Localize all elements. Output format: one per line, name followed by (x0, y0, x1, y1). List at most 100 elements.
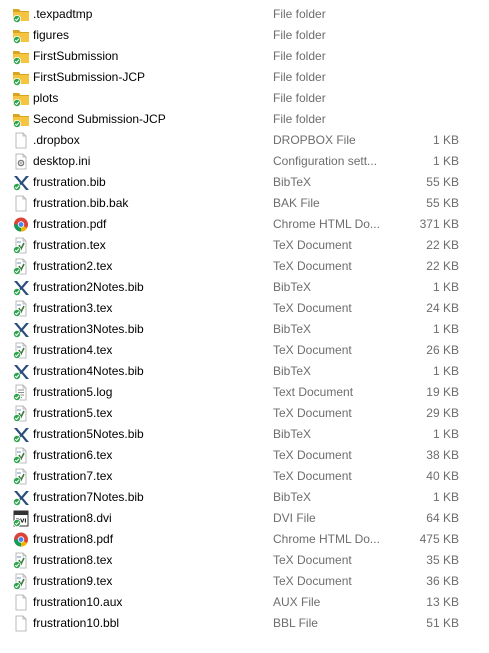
file-name[interactable]: frustration5Notes.bib (33, 427, 144, 441)
file-row[interactable]: frustration3.tex TeX Document 24 KB (0, 298, 489, 319)
file-row[interactable]: frustration7.tex TeX Document 40 KB (0, 466, 489, 487)
file-row[interactable]: frustration10.aux AUX File 13 KB (0, 592, 489, 613)
file-row[interactable]: DVI frustration8.dvi DVI File 64 KB (0, 508, 489, 529)
file-name[interactable]: frustration.bib (33, 175, 106, 189)
sync-check (13, 182, 21, 191)
file-row[interactable]: frustration5.tex TeX Document 29 KB (0, 403, 489, 424)
blank-file-icon (12, 195, 30, 212)
file-row[interactable]: figures File folder (0, 25, 489, 46)
file-type: DROPBOX File (273, 133, 356, 147)
file-type: TeX Document (273, 574, 352, 588)
file-name[interactable]: frustration.bib.bak (33, 196, 128, 210)
tex-icon (12, 342, 30, 359)
chrome-icon (12, 531, 30, 548)
file-name[interactable]: frustration8.tex (33, 553, 112, 567)
file-name[interactable]: frustration10.bbl (33, 616, 119, 630)
file-name[interactable]: frustration8.pdf (33, 532, 113, 546)
file-row[interactable]: frustration8.tex TeX Document 35 KB (0, 550, 489, 571)
file-row[interactable]: frustration2.tex TeX Document 22 KB (0, 256, 489, 277)
folder-icon (12, 6, 30, 23)
file-row[interactable]: frustration.bib.bak BAK File 55 KB (0, 193, 489, 214)
file-row[interactable]: frustration6.tex TeX Document 38 KB (0, 445, 489, 466)
file-name[interactable]: frustration.pdf (33, 217, 106, 231)
file-row[interactable]: frustration.tex TeX Document 22 KB (0, 235, 489, 256)
file-row[interactable]: frustration2Notes.bib BibTeX 1 KB (0, 277, 489, 298)
file-size: 1 KB (432, 154, 459, 168)
file-row[interactable]: frustration.pdf Chrome HTML Do... 371 KB (0, 214, 489, 235)
file-row[interactable]: frustration.bib BibTeX 55 KB (0, 172, 489, 193)
file-name[interactable]: frustration7Notes.bib (33, 490, 144, 504)
file-row[interactable]: plots File folder (0, 88, 489, 109)
file-name[interactable]: frustration3.tex (33, 301, 112, 315)
tex-icon (12, 447, 30, 464)
sync-check (13, 77, 21, 86)
file-type: BibTeX (273, 322, 312, 336)
file-type: TeX Document (273, 448, 352, 462)
file-row[interactable]: FirstSubmission File folder (0, 46, 489, 67)
sync-check (13, 560, 21, 569)
file-name[interactable]: .texpadtmp (33, 7, 92, 21)
file-row[interactable]: FirstSubmission-JCP File folder (0, 67, 489, 88)
file-row[interactable]: frustration4.tex TeX Document 26 KB (0, 340, 489, 361)
file-name[interactable]: frustration2Notes.bib (33, 280, 144, 294)
sync-check (13, 392, 21, 401)
file-name[interactable]: frustration2.tex (33, 259, 112, 273)
file-name[interactable]: frustration5.log (33, 385, 112, 399)
file-type: TeX Document (273, 259, 352, 273)
file-row[interactable]: frustration4Notes.bib BibTeX 1 KB (0, 361, 489, 382)
file-type: Configuration sett... (273, 154, 378, 168)
file-name[interactable]: FirstSubmission-JCP (33, 70, 145, 84)
file-size: 24 KB (426, 301, 459, 315)
file-row[interactable]: Second Submission-JCP File folder (0, 109, 489, 130)
file-row[interactable]: frustration7Notes.bib BibTeX 1 KB (0, 487, 489, 508)
bibtex-icon (12, 279, 30, 296)
file-name[interactable]: plots (33, 91, 58, 105)
blank-file-icon (12, 594, 30, 611)
file-row[interactable]: frustration5Notes.bib BibTeX 1 KB (0, 424, 489, 445)
file-name[interactable]: .dropbox (33, 133, 80, 147)
file-name[interactable]: Second Submission-JCP (33, 112, 166, 126)
tex-icon (12, 405, 30, 422)
file-row[interactable]: frustration10.bbl BBL File 51 KB (0, 613, 489, 634)
file-name[interactable]: frustration3Notes.bib (33, 322, 144, 336)
file-name[interactable]: frustration10.aux (33, 595, 122, 609)
file-name[interactable]: frustration7.tex (33, 469, 112, 483)
file-row[interactable]: .texpadtmp File folder (0, 4, 489, 25)
file-type: TeX Document (273, 406, 352, 420)
sync-check (13, 497, 21, 506)
folder-icon (12, 48, 30, 65)
sync-check (13, 287, 21, 296)
file-row[interactable]: frustration3Notes.bib BibTeX 1 KB (0, 319, 489, 340)
file-size: 51 KB (426, 616, 459, 630)
file-name[interactable]: frustration4.tex (33, 343, 112, 357)
sync-check (13, 413, 21, 422)
tex-icon (12, 468, 30, 485)
file-size: 475 KB (419, 532, 459, 546)
sync-check (13, 455, 21, 464)
file-row[interactable]: frustration9.tex TeX Document 36 KB (0, 571, 489, 592)
file-name[interactable]: frustration4Notes.bib (33, 364, 144, 378)
file-name[interactable]: frustration6.tex (33, 448, 112, 462)
bibtex-icon (12, 363, 30, 380)
file-row[interactable]: desktop.ini Configuration sett... 1 KB (0, 151, 489, 172)
file-row[interactable]: .dropbox DROPBOX File 1 KB (0, 130, 489, 151)
chrome-icon (12, 216, 30, 233)
file-name[interactable]: frustration8.dvi (33, 511, 112, 525)
file-size: 1 KB (432, 427, 459, 441)
file-name[interactable]: frustration9.tex (33, 574, 112, 588)
file-name[interactable]: frustration.tex (33, 238, 106, 252)
sync-check (13, 35, 21, 44)
file-name[interactable]: FirstSubmission (33, 49, 118, 63)
file-name[interactable]: figures (33, 28, 69, 42)
file-name[interactable]: frustration5.tex (33, 406, 112, 420)
folder-icon (12, 111, 30, 128)
file-type: BibTeX (273, 490, 312, 504)
sync-check (13, 308, 21, 317)
file-type: TeX Document (273, 301, 352, 315)
file-name[interactable]: desktop.ini (33, 154, 90, 168)
file-size: 55 KB (426, 196, 459, 210)
sync-check (13, 14, 21, 23)
file-row[interactable]: frustration8.pdf Chrome HTML Do... 475 KB (0, 529, 489, 550)
tex-icon (12, 552, 30, 569)
file-row[interactable]: frustration5.log Text Document 19 KB (0, 382, 489, 403)
